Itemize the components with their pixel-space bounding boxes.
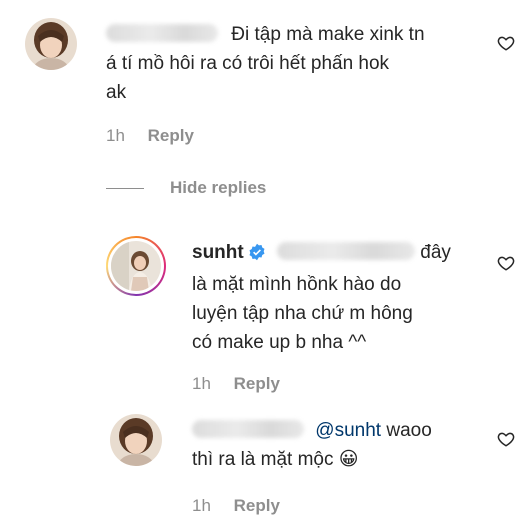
reply-text: sunht đây là mặt mình hồnk hào do luyện … [192,241,451,353]
like-heart-icon[interactable] [497,430,515,448]
timestamp: 1h [192,374,211,393]
story-avatar[interactable] [106,236,166,296]
comment-meta: 1h Reply [106,126,212,146]
verified-badge-icon [248,241,266,270]
blurred-mention[interactable] [277,242,415,260]
like-heart-icon[interactable] [497,34,515,52]
username-link[interactable]: sunht [192,242,244,263]
like-heart-icon[interactable] [497,254,515,272]
avatar[interactable] [25,18,77,70]
avatar[interactable] [110,414,162,466]
reply-text: @sunht waoo thì ra là mặt mộc 😀 [192,420,432,470]
reply-button[interactable]: Reply [148,126,194,145]
hide-replies-toggle[interactable]: Hide replies [106,178,266,198]
user-avatar-icon [25,18,77,70]
timestamp: 1h [106,126,125,145]
reply-meta: 1h Reply [192,374,298,394]
divider-line [106,187,144,189]
comment-text: Đi tập mà make xink tn á tí mồ hôi ra có… [106,24,425,103]
reply-button[interactable]: Reply [234,496,280,515]
reply-meta: 1h Reply [192,496,298,516]
timestamp: 1h [192,496,211,515]
mention-link[interactable]: @sunht [315,420,381,441]
blurred-username[interactable] [106,24,218,42]
blurred-username[interactable] [192,420,304,438]
hide-replies-label[interactable]: Hide replies [170,178,266,198]
sunht-avatar-icon [111,241,161,291]
reply-button[interactable]: Reply [234,374,280,393]
user-avatar-icon [110,414,162,466]
